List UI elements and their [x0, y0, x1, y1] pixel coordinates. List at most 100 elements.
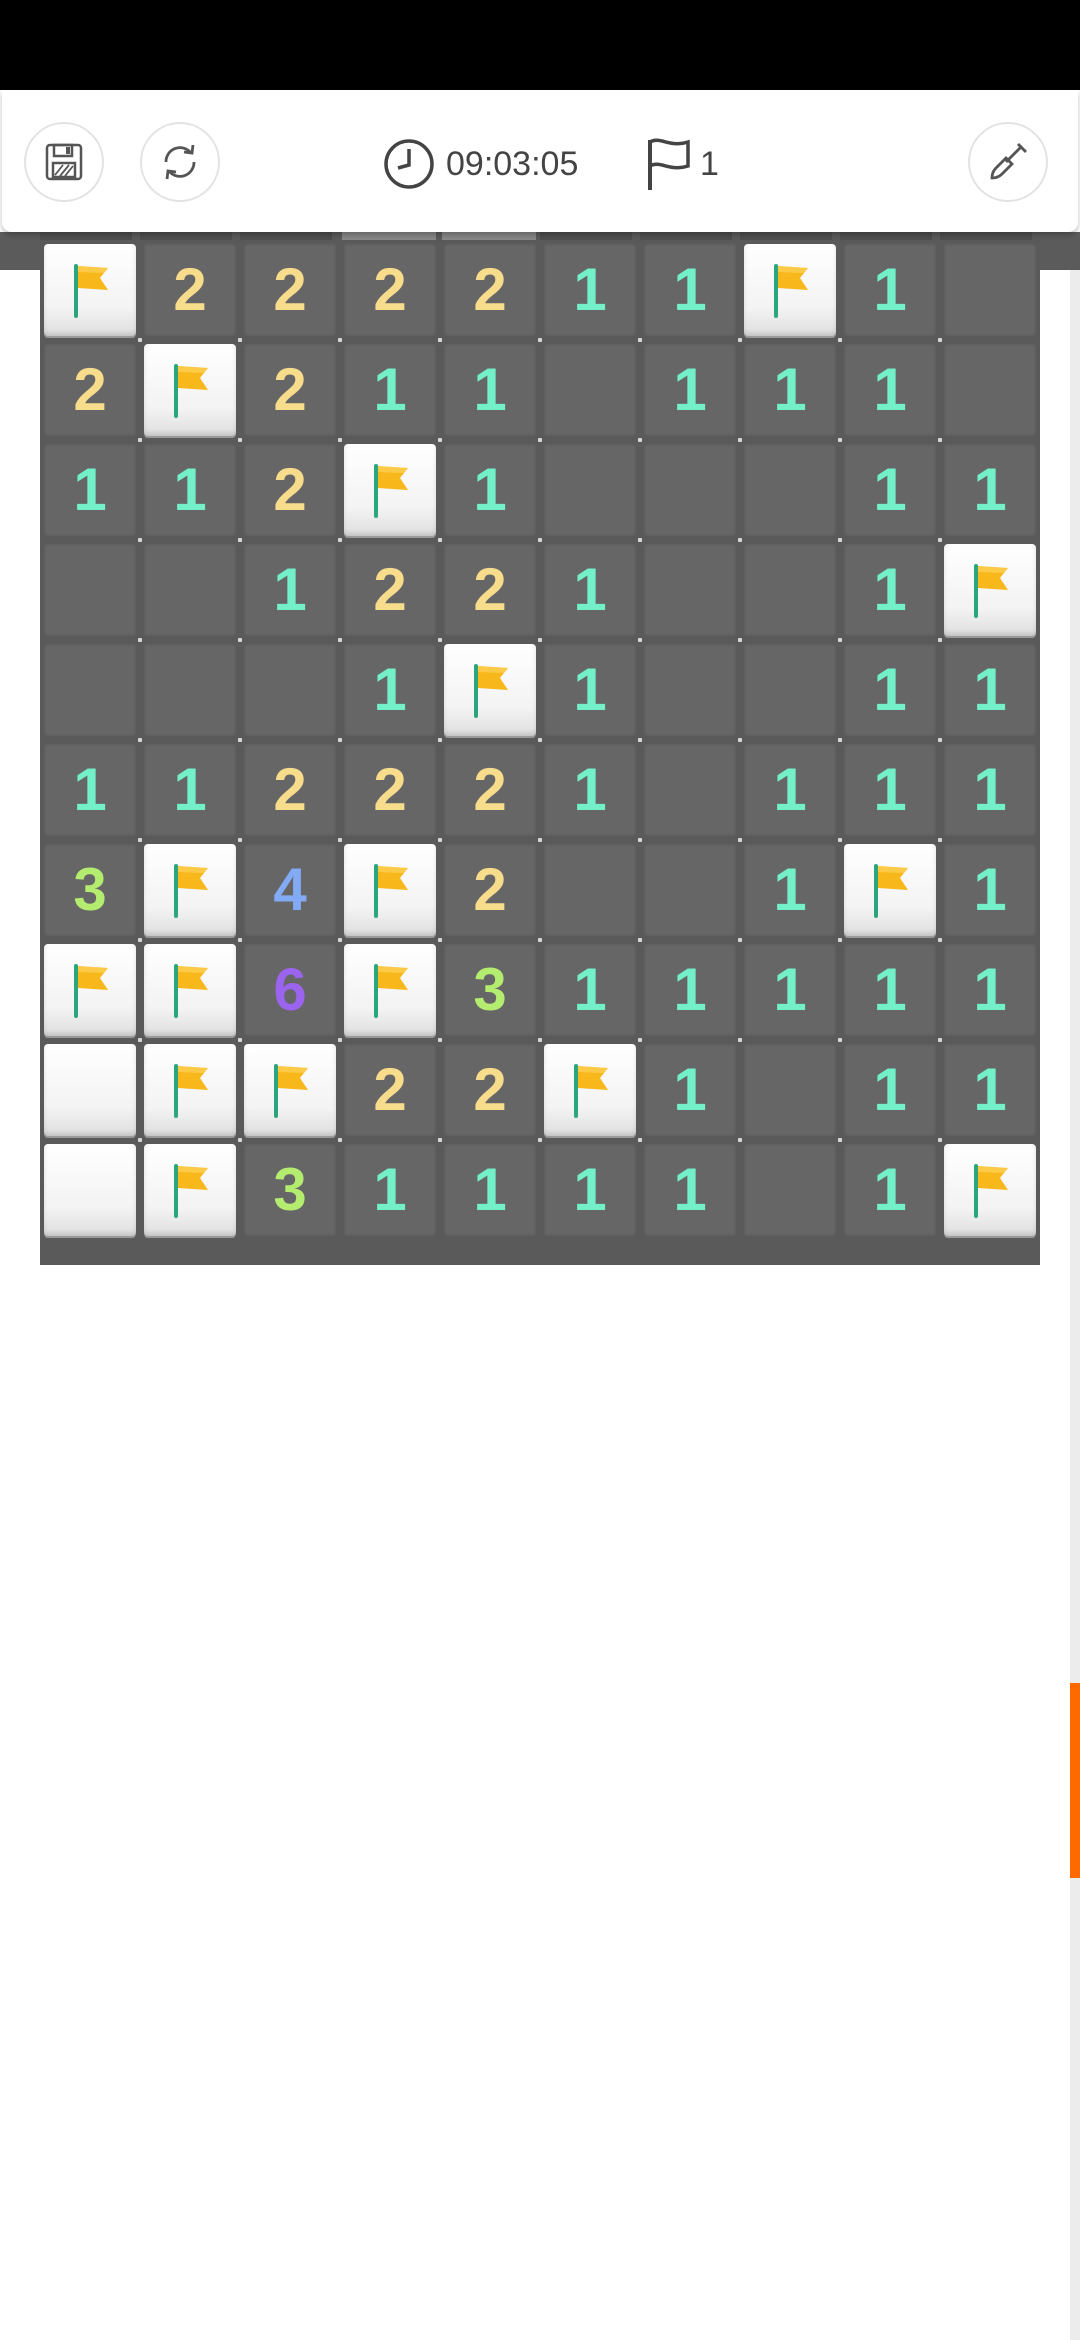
cell-r6-c7[interactable]: 1	[740, 840, 840, 940]
cell-r4-c2[interactable]	[240, 640, 340, 740]
cell-r9-c0[interactable]	[40, 1140, 140, 1240]
cell-r7-c5[interactable]: 1	[540, 940, 640, 1040]
cell-r9-c7[interactable]	[740, 1140, 840, 1240]
cell-r6-c3[interactable]	[340, 840, 440, 940]
cell-r5-c2[interactable]: 2	[240, 740, 340, 840]
cell-r4-c0[interactable]	[40, 640, 140, 740]
cell-r7-c3[interactable]	[340, 940, 440, 1040]
cell-r0-c6[interactable]: 1	[640, 240, 740, 340]
cell-r9-c6[interactable]: 1	[640, 1140, 740, 1240]
cell-r2-c5[interactable]	[540, 440, 640, 540]
cell-r7-c6[interactable]: 1	[640, 940, 740, 1040]
cell-r3-c5[interactable]: 1	[540, 540, 640, 640]
cell-r4-c6[interactable]	[640, 640, 740, 740]
cell-r6-c5[interactable]	[540, 840, 640, 940]
cell-r5-c3[interactable]: 2	[340, 740, 440, 840]
cell-r3-c1[interactable]	[140, 540, 240, 640]
cell-r9-c3[interactable]: 1	[340, 1140, 440, 1240]
cell-r2-c1[interactable]: 1	[140, 440, 240, 540]
cell-r8-c5[interactable]	[540, 1040, 640, 1140]
cell-r8-c1[interactable]	[140, 1040, 240, 1140]
cell-r6-c9[interactable]: 1	[940, 840, 1040, 940]
cell-r5-c0[interactable]: 1	[40, 740, 140, 840]
cell-r0-c0[interactable]	[40, 240, 140, 340]
dig-mode-button[interactable]	[968, 122, 1048, 202]
cell-r2-c7[interactable]	[740, 440, 840, 540]
cell-r7-c2[interactable]: 6	[240, 940, 340, 1040]
cell-r5-c6[interactable]	[640, 740, 740, 840]
cell-r7-c0[interactable]	[40, 940, 140, 1040]
cell-r6-c4[interactable]: 2	[440, 840, 540, 940]
cell-r6-c0[interactable]: 3	[40, 840, 140, 940]
cell-r8-c7[interactable]	[740, 1040, 840, 1140]
cell-r3-c7[interactable]	[740, 540, 840, 640]
cell-r2-c8[interactable]: 1	[840, 440, 940, 540]
cell-r1-c8[interactable]: 1	[840, 340, 940, 440]
cell-r0-c5[interactable]: 1	[540, 240, 640, 340]
cell-r6-c8[interactable]	[840, 840, 940, 940]
cell-r6-c2[interactable]: 4	[240, 840, 340, 940]
cell-r1-c0[interactable]: 2	[40, 340, 140, 440]
cell-r3-c2[interactable]: 1	[240, 540, 340, 640]
cell-r0-c1[interactable]: 2	[140, 240, 240, 340]
cell-r5-c9[interactable]: 1	[940, 740, 1040, 840]
cell-r2-c6[interactable]	[640, 440, 740, 540]
cell-r0-c2[interactable]: 2	[240, 240, 340, 340]
cell-r9-c5[interactable]: 1	[540, 1140, 640, 1240]
cell-r8-c6[interactable]: 1	[640, 1040, 740, 1140]
scrollbar-track[interactable]	[1070, 270, 1080, 2340]
cell-r3-c8[interactable]: 1	[840, 540, 940, 640]
cell-r3-c0[interactable]	[40, 540, 140, 640]
cell-r7-c7[interactable]: 1	[740, 940, 840, 1040]
cell-r2-c3[interactable]	[340, 440, 440, 540]
cell-r0-c9[interactable]	[940, 240, 1040, 340]
save-button[interactable]	[24, 122, 104, 202]
cell-r6-c1[interactable]	[140, 840, 240, 940]
cell-r1-c2[interactable]: 2	[240, 340, 340, 440]
cell-r2-c4[interactable]: 1	[440, 440, 540, 540]
cell-r3-c6[interactable]	[640, 540, 740, 640]
restart-button[interactable]	[140, 122, 220, 202]
cell-r6-c6[interactable]	[640, 840, 740, 940]
cell-r3-c3[interactable]: 2	[340, 540, 440, 640]
cell-r1-c1[interactable]	[140, 340, 240, 440]
cell-r4-c1[interactable]	[140, 640, 240, 740]
cell-r7-c8[interactable]: 1	[840, 940, 940, 1040]
cell-r1-c5[interactable]	[540, 340, 640, 440]
cell-r9-c9[interactable]	[940, 1140, 1040, 1240]
cell-r8-c3[interactable]: 2	[340, 1040, 440, 1140]
cell-r8-c4[interactable]: 2	[440, 1040, 540, 1140]
cell-r0-c4[interactable]: 2	[440, 240, 540, 340]
cell-r3-c9[interactable]	[940, 540, 1040, 640]
cell-r1-c3[interactable]: 1	[340, 340, 440, 440]
cell-r5-c1[interactable]: 1	[140, 740, 240, 840]
cell-r7-c9[interactable]: 1	[940, 940, 1040, 1040]
cell-r8-c2[interactable]	[240, 1040, 340, 1140]
cell-r5-c8[interactable]: 1	[840, 740, 940, 840]
cell-r8-c9[interactable]: 1	[940, 1040, 1040, 1140]
cell-r3-c4[interactable]: 2	[440, 540, 540, 640]
cell-r4-c7[interactable]	[740, 640, 840, 740]
cell-r5-c5[interactable]: 1	[540, 740, 640, 840]
cell-r2-c9[interactable]: 1	[940, 440, 1040, 540]
cell-r1-c7[interactable]: 1	[740, 340, 840, 440]
cell-r4-c3[interactable]: 1	[340, 640, 440, 740]
cell-r0-c7[interactable]	[740, 240, 840, 340]
cell-r1-c4[interactable]: 1	[440, 340, 540, 440]
cell-r7-c1[interactable]	[140, 940, 240, 1040]
scrollbar-thumb[interactable]	[1070, 1683, 1080, 1878]
cell-r9-c1[interactable]	[140, 1140, 240, 1240]
cell-r7-c4[interactable]: 3	[440, 940, 540, 1040]
cell-r4-c9[interactable]: 1	[940, 640, 1040, 740]
cell-r9-c2[interactable]: 3	[240, 1140, 340, 1240]
cell-r2-c2[interactable]: 2	[240, 440, 340, 540]
cell-r5-c4[interactable]: 2	[440, 740, 540, 840]
cell-r0-c3[interactable]: 2	[340, 240, 440, 340]
cell-r8-c8[interactable]: 1	[840, 1040, 940, 1140]
cell-r4-c4[interactable]	[440, 640, 540, 740]
cell-r4-c8[interactable]: 1	[840, 640, 940, 740]
cell-r5-c7[interactable]: 1	[740, 740, 840, 840]
cell-r9-c4[interactable]: 1	[440, 1140, 540, 1240]
cell-r4-c5[interactable]: 1	[540, 640, 640, 740]
cell-r1-c6[interactable]: 1	[640, 340, 740, 440]
